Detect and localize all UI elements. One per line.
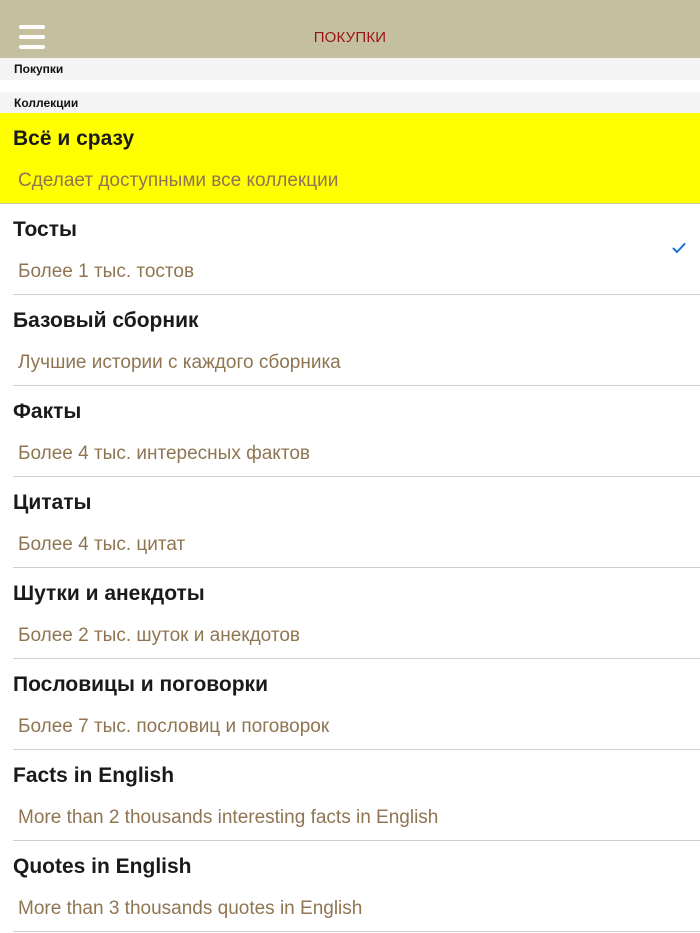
section-header-label: Покупки — [14, 62, 64, 76]
item-subtitle: More than 2 thousands interesting facts … — [18, 807, 439, 828]
item-title: Тосты — [13, 218, 77, 241]
row-divider — [13, 931, 700, 932]
item-title: Шутки и анекдоты — [13, 582, 205, 605]
list-item-quotes[interactable]: Цитаты Более 4 тыс. цитат — [0, 477, 700, 568]
item-title: Пословицы и поговорки — [13, 673, 268, 696]
item-subtitle: Лучшие истории с каждого сборника — [18, 352, 341, 373]
item-title: Всё и сразу — [13, 127, 135, 150]
list-item-quotes-english[interactable]: Quotes in English More than 3 thousands … — [0, 841, 700, 932]
item-title: Факты — [13, 400, 82, 423]
item-title: Базовый сборник — [13, 309, 199, 332]
navigation-bar: ПОКУПКИ — [0, 0, 700, 58]
item-title: Quotes in English — [13, 855, 192, 878]
item-subtitle: Более 4 тыс. цитат — [18, 534, 186, 555]
list-item-jokes[interactable]: Шутки и анекдоты Более 2 тыс. шуток и ан… — [0, 568, 700, 659]
section-gap — [0, 80, 700, 92]
checkmark-icon — [672, 243, 686, 253]
item-subtitle: More than 3 thousands quotes in English — [18, 898, 363, 919]
section-header-purchases: Покупки — [0, 58, 700, 80]
item-title: Facts in English — [13, 764, 175, 787]
item-title: Цитаты — [13, 491, 92, 514]
item-subtitle: Более 4 тыс. интересных фактов — [18, 443, 310, 464]
page-title: ПОКУПКИ — [313, 29, 387, 46]
list-item-facts[interactable]: Факты Более 4 тыс. интересных фактов — [0, 386, 700, 477]
item-subtitle: Более 2 тыс. шуток и анекдотов — [18, 625, 300, 646]
item-subtitle: Более 7 тыс. пословиц и поговорок — [18, 716, 330, 737]
section-header-collections: Коллекции — [0, 92, 700, 113]
list-item-facts-english[interactable]: Facts in English More than 2 thousands i… — [0, 750, 700, 841]
item-subtitle: Сделает доступными все коллекции — [18, 170, 339, 191]
item-subtitle: Более 1 тыс. тостов — [18, 261, 195, 282]
list-item-toasts[interactable]: Тосты Более 1 тыс. тостов — [0, 204, 700, 295]
list-item-basic-collection[interactable]: Базовый сборник Лучшие истории с каждого… — [0, 295, 700, 386]
section-header-label: Коллекции — [14, 96, 79, 110]
list-item-all-at-once[interactable]: Всё и сразу Сделает доступными все колле… — [0, 113, 700, 204]
collections-list: Всё и сразу Сделает доступными все колле… — [0, 113, 700, 932]
list-item-proverbs[interactable]: Пословицы и поговорки Более 7 тыс. посло… — [0, 659, 700, 750]
